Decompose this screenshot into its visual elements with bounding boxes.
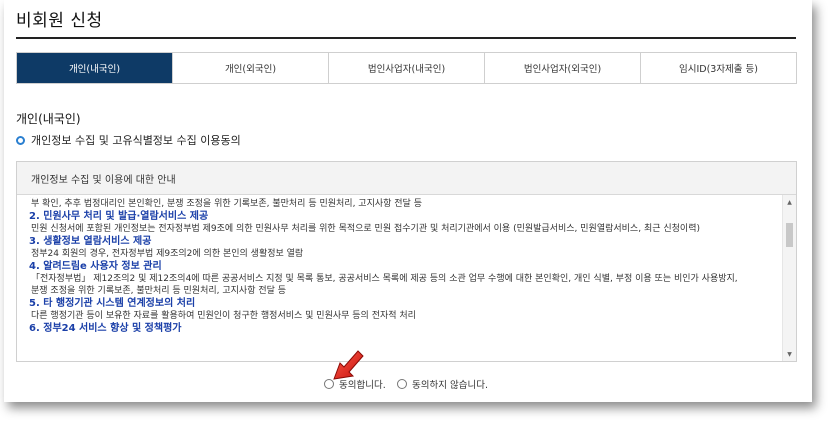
notice-line: 민원 신청서에 포함된 개인정보는 전자정부법 제9조에 의한 민원사무 처리를…: [31, 224, 700, 234]
applicant-type-tabs: 개인(내국인) 개인(외국인) 법인사업자(내국인) 법인사업자(외국인) 임시…: [16, 52, 797, 84]
notice-line: 분쟁 조정을 위한 기록보존, 불만처리 등 민원처리, 고지사항 전달 등: [31, 286, 287, 296]
tab-corporation-domestic[interactable]: 법인사업자(내국인): [328, 53, 484, 83]
vertical-scrollbar[interactable]: ▲ ▼: [782, 195, 796, 361]
notice-line: 「전자정부법」 제12조의2 및 제12조의4에 따른 공공서비스 지정 및 목…: [31, 274, 738, 284]
notice-item-heading: 6. 정부24 서비스 향상 및 정책평가: [29, 323, 182, 334]
notice-item-heading: 2. 민원사무 처리 및 발급·열람서비스 제공: [29, 211, 209, 222]
tab-individual-foreign[interactable]: 개인(외국인): [172, 53, 328, 83]
red-arrow-icon: [333, 350, 364, 380]
privacy-notice-content[interactable]: ... ... ... ... ... 부 확인, 추후 법정대리인 본인확인,…: [17, 195, 782, 361]
notice-line: 다른 행정기관 등이 보유한 자료를 활용하여 민원인이 청구한 행정서비스 및…: [31, 311, 416, 321]
section-heading: 개인(내국인): [16, 112, 81, 126]
privacy-notice-box: 개인정보 수집 및 이용에 대한 안내 ... ... ... ... ... …: [16, 161, 797, 362]
title-divider: [16, 37, 796, 39]
notice-line: 부 확인, 추후 법정대리인 본인확인, 분쟁 조정을 위한 기록보존, 불만처…: [31, 199, 422, 209]
tab-temporary-id[interactable]: 임시ID(3자제출 등): [640, 53, 796, 83]
notice-item-heading: 4. 알려드림e 사용자 정보 관리: [29, 261, 162, 272]
scrollbar-thumb[interactable]: [786, 223, 793, 247]
disagree-label[interactable]: 동의하지 않습니다.: [412, 377, 488, 391]
consent-sub-heading-label: 개인정보 수집 및 고유식별정보 수집 이용동의: [31, 134, 241, 147]
disagree-radio[interactable]: [397, 379, 407, 389]
page-title: 비회원 신청: [16, 11, 103, 31]
notice-item-heading: 3. 생활정보 열람서비스 제공: [29, 236, 152, 247]
disagree-option[interactable]: 동의하지 않습니다.: [397, 377, 488, 391]
privacy-notice-header: 개인정보 수집 및 이용에 대한 안내: [17, 162, 796, 195]
notice-item-heading: 5. 타 행정기관 시스템 연계정보의 처리: [29, 298, 196, 309]
tab-corporation-foreign[interactable]: 법인사업자(외국인): [484, 53, 640, 83]
consent-sub-heading: 개인정보 수집 및 고유식별정보 수집 이용동의: [16, 132, 241, 148]
triangle-up-icon[interactable]: ▲: [783, 197, 796, 207]
triangle-down-icon[interactable]: ▼: [783, 349, 796, 359]
notice-line: 정부24 회원의 경우, 전자정부법 제9조의2에 의한 본인의 생활정보 열람: [31, 249, 304, 259]
tab-individual-domestic[interactable]: 개인(내국인): [17, 53, 172, 83]
ring-bullet-icon: [16, 135, 25, 145]
